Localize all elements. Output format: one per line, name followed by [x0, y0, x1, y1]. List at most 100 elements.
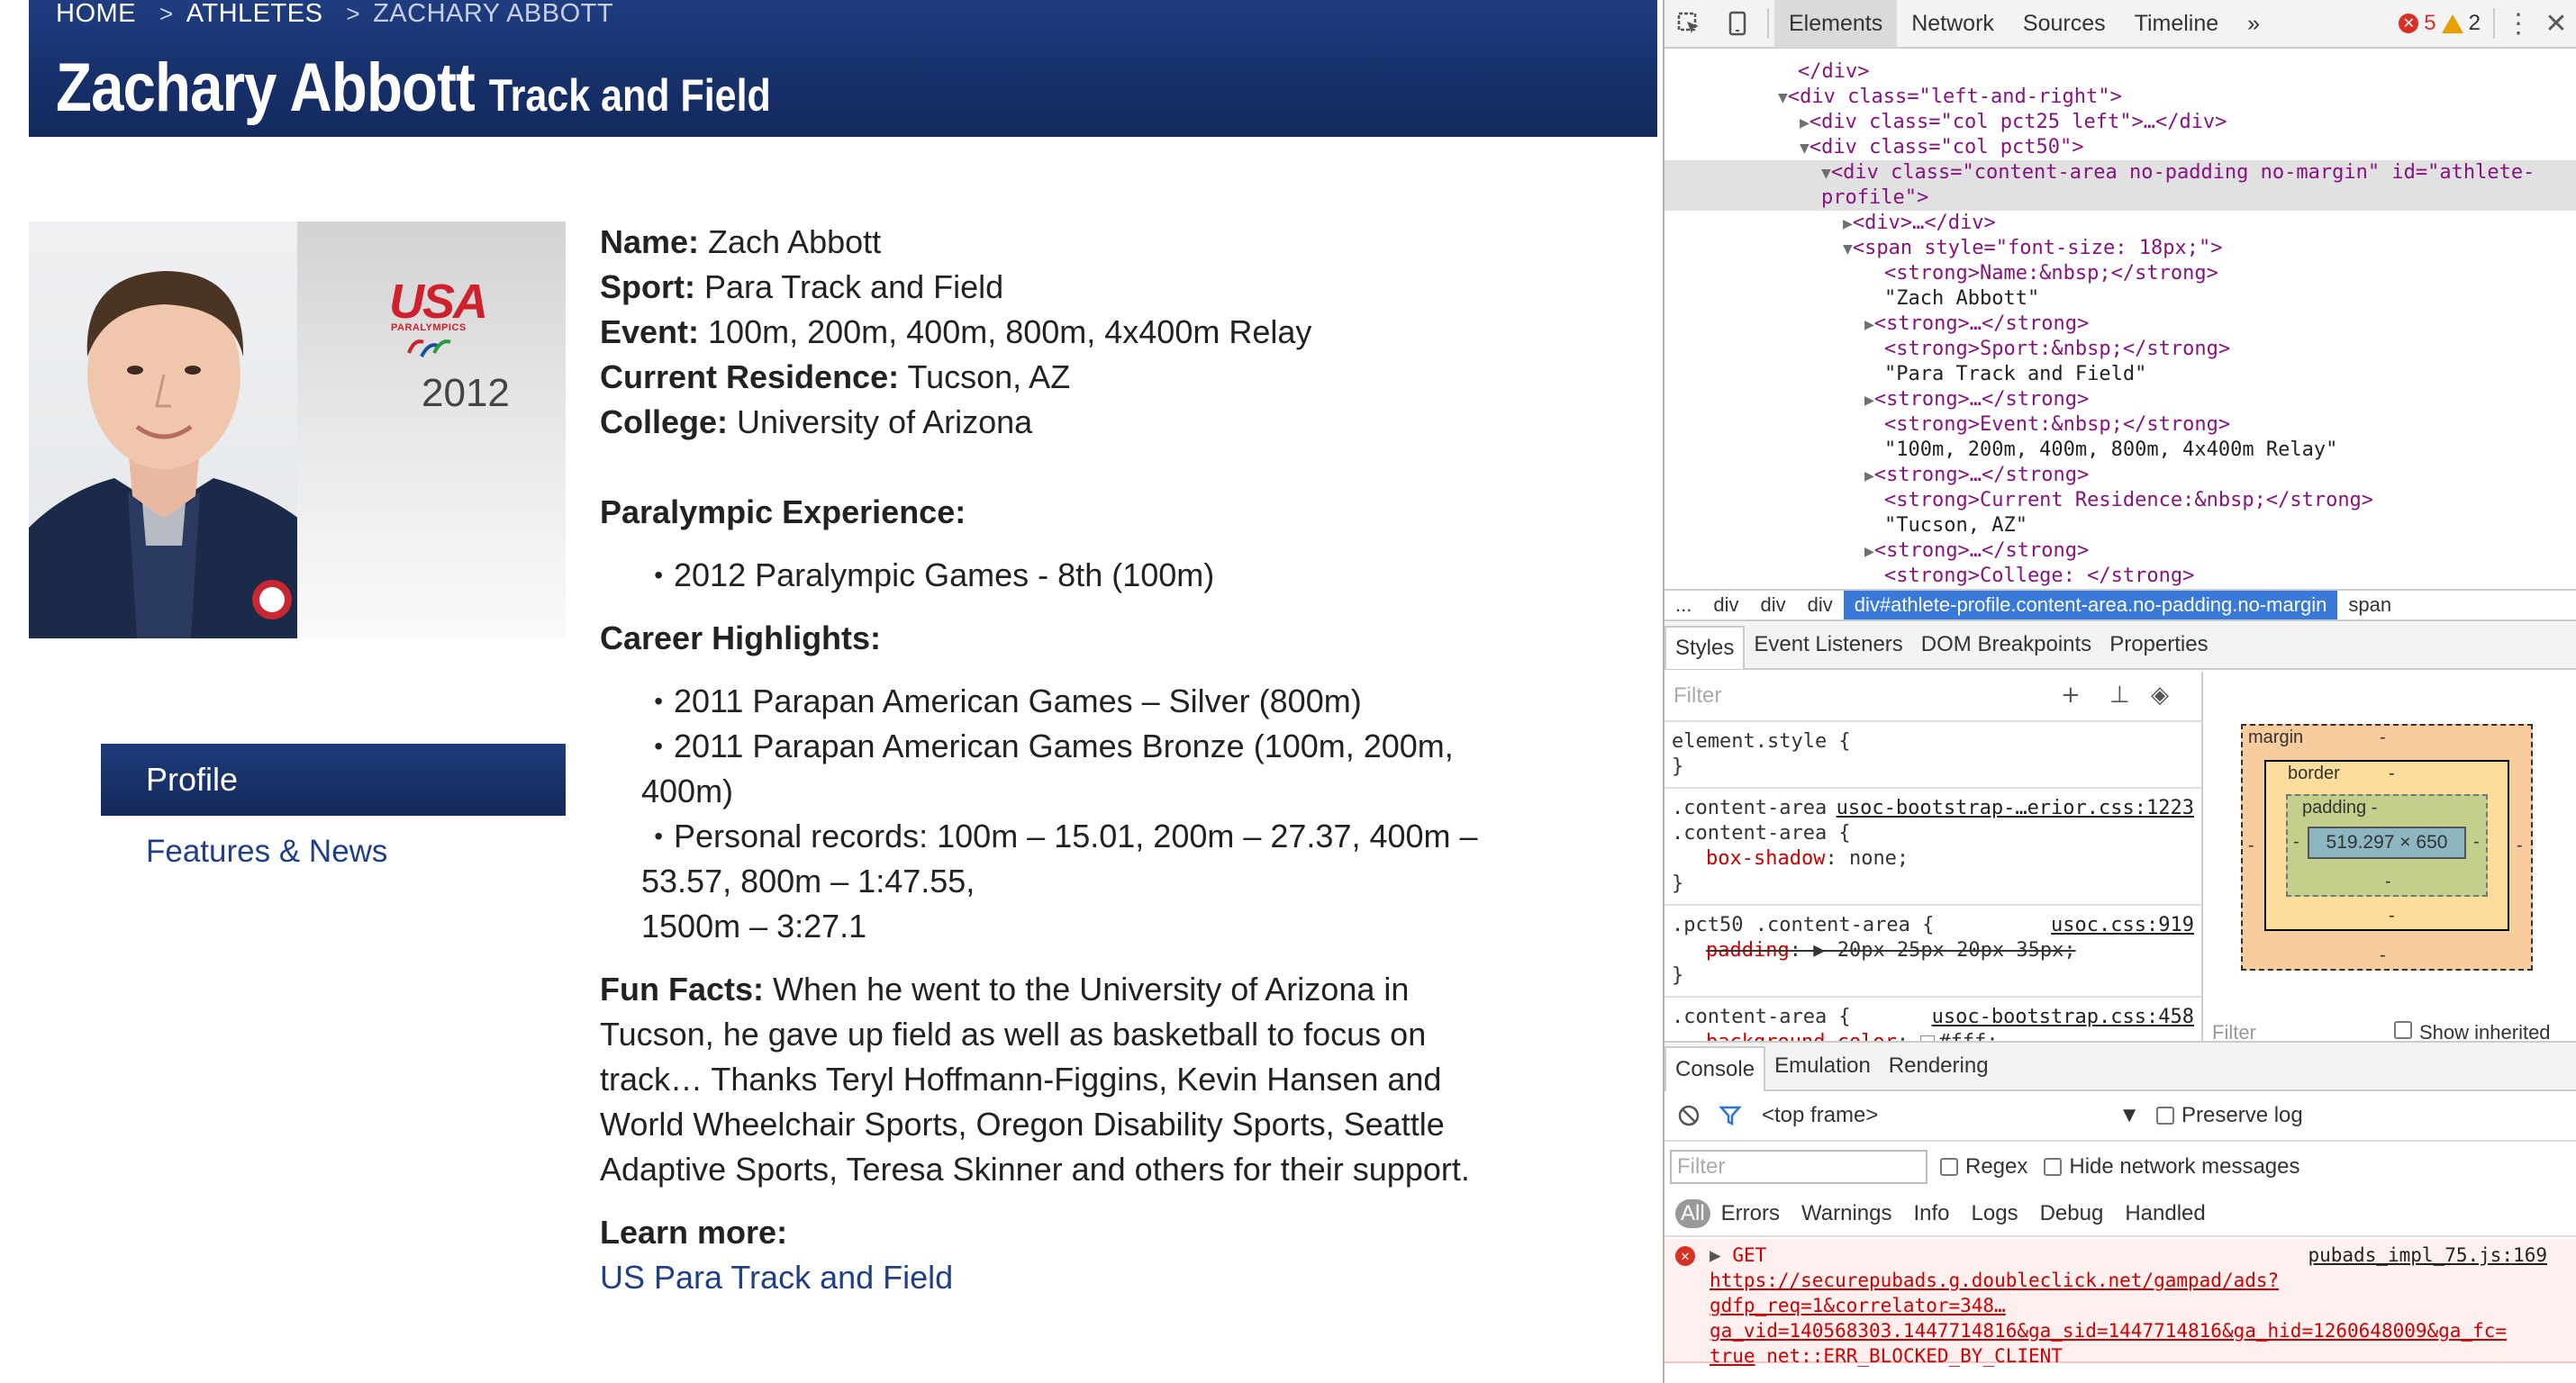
breadcrumb-home[interactable]: HOME [56, 0, 136, 29]
style-property[interactable]: background-color: #fff; [1672, 1030, 2194, 1041]
hide-network-checkbox[interactable]: Hide network messages [2044, 1154, 2300, 1180]
dom-node[interactable]: <strong>Sport:&nbsp;</strong> [1664, 337, 2576, 362]
filter-funnel-icon[interactable] [1719, 1104, 1742, 1127]
dom-node[interactable]: <strong>Event:&nbsp;</strong> [1664, 412, 2576, 438]
box-model-padding[interactable]: padding - - - - 519.297 × 650 [2286, 794, 2488, 897]
nav-item-profile[interactable]: Profile [101, 744, 566, 816]
dom-tree[interactable]: </div> ▼<div class="left-and-right"> ▶<d… [1664, 50, 2576, 589]
more-tabs-button[interactable]: » [2233, 0, 2274, 48]
dom-breadcrumb-selected[interactable]: div#athlete-profile.content-area.no-padd… [1843, 591, 2338, 619]
triangle-down-icon[interactable]: ▼ [1800, 139, 1810, 158]
tab-event-listeners[interactable]: Event Listeners [1745, 620, 1911, 669]
toggle-element-state-icon[interactable]: ◈ [2151, 682, 2169, 708]
tab-dom-breakpoints[interactable]: DOM Breakpoints [1912, 620, 2100, 669]
triangle-right-icon[interactable]: ▶ [1864, 466, 1874, 485]
level-warnings[interactable]: Warnings [1791, 1201, 1902, 1226]
request-url[interactable]: ga_vid=140568303.1447714816&ga_sid=14477… [1710, 1318, 2565, 1343]
dom-node[interactable]: ▶<strong>…</strong> [1664, 387, 2576, 412]
triangle-right-icon[interactable]: ▶ [1864, 542, 1874, 561]
dom-text-node[interactable]: "100m, 200m, 400m, 800m, 4x400m Relay" [1664, 438, 2576, 463]
show-inherited-checkbox[interactable]: Show inherited [2394, 1021, 2551, 1041]
dom-node[interactable]: ▼<span style="font-size: 18px;"> [1664, 236, 2576, 261]
triangle-right-icon[interactable]: ▶ [1864, 315, 1874, 334]
dom-node-selected[interactable]: ▼<div class="content-area no-padding no-… [1664, 160, 2576, 185]
triangle-down-icon[interactable]: ▼ [1821, 164, 1831, 183]
style-rule[interactable]: .content-area {usoc-bootstrap.css:458 ba… [1664, 998, 2201, 1041]
tab-emulation[interactable]: Emulation [1765, 1044, 1880, 1089]
rule-source-link[interactable]: usoc.css:919 [2051, 913, 2194, 938]
box-model-border[interactable]: border - - padding - - - - 519.297 × 650 [2264, 760, 2509, 931]
dom-node[interactable]: ▼<div class="left-and-right"> [1664, 85, 2576, 110]
clear-console-icon[interactable] [1677, 1104, 1701, 1127]
rule-source-link[interactable]: usoc-bootstrap.css:458 [1932, 1005, 2194, 1030]
level-debug[interactable]: Debug [2029, 1201, 2115, 1226]
triangle-down-icon[interactable]: ▼ [1778, 88, 1788, 107]
dom-text-node[interactable]: "Para Track and Field" [1664, 362, 2576, 387]
dom-node[interactable]: <strong>Name:&nbsp;</strong> [1664, 261, 2576, 286]
box-model-margin[interactable]: margin - - - - border - - padding - - - … [2241, 724, 2533, 971]
triangle-right-icon[interactable]: ▶ [1843, 214, 1853, 233]
request-url[interactable]: gdfp_req=1&correlator=348… [1710, 1293, 2565, 1318]
style-rule[interactable]: .pct50 .content-area {usoc.css:919 paddi… [1664, 906, 2201, 998]
dom-text-node[interactable]: "Zach Abbott" [1664, 286, 2576, 312]
tab-properties[interactable]: Properties [2100, 620, 2217, 669]
style-rule[interactable]: .content-area usoc-bootstrap-…erior.css:1… [1664, 789, 2201, 906]
style-property-overridden[interactable]: padding: ▶ 20px 25px 20px 35px; [1672, 938, 2194, 963]
box-model-content[interactable]: 519.297 × 650 [2308, 827, 2466, 859]
dom-breadcrumb-item[interactable]: span [2337, 591, 2402, 619]
dom-text-node[interactable]: "Tucson, AZ" [1664, 513, 2576, 538]
request-url[interactable]: true [1710, 1345, 1755, 1367]
dom-node[interactable]: ▶<strong>…</strong> [1664, 538, 2576, 564]
triangle-right-icon[interactable]: ▶ [1800, 113, 1810, 132]
close-icon[interactable]: ✕ [2536, 0, 2576, 48]
dom-breadcrumb-item[interactable]: div [1702, 591, 1749, 619]
tab-sources[interactable]: Sources [2009, 0, 2120, 48]
dom-breadcrumb-item[interactable]: div [1749, 591, 1796, 619]
level-logs[interactable]: Logs [1961, 1201, 2029, 1226]
level-errors[interactable]: Errors [1710, 1201, 1791, 1226]
inspect-element-icon[interactable] [1664, 0, 1713, 48]
regex-checkbox[interactable]: Regex [1940, 1154, 2027, 1180]
device-mode-icon[interactable] [1713, 0, 1762, 48]
error-warning-counter[interactable]: ✕ 5 2 [2399, 11, 2488, 36]
console-error-message[interactable]: ✕ ▶ GET https://securepubads.g.doublecli… [1664, 1239, 2576, 1367]
level-info[interactable]: Info [1903, 1201, 1961, 1226]
tab-timeline[interactable]: Timeline [2120, 0, 2234, 48]
styles-filter-input[interactable]: Filter + ⊥ ◈ [1664, 672, 2201, 722]
dom-node-selected-wrap[interactable]: profile"> [1664, 185, 2576, 211]
message-source-link[interactable]: pubads_impl_75.js:169 [2308, 1243, 2547, 1268]
tab-styles[interactable]: Styles [1664, 626, 1746, 669]
dom-node[interactable]: <strong>Current Residence:&nbsp;</strong… [1664, 488, 2576, 513]
level-handled[interactable]: Handled [2114, 1201, 2216, 1226]
dom-breadcrumb-item[interactable]: div [1797, 591, 1844, 619]
frame-select[interactable]: <top frame> ▼ [1762, 1103, 2140, 1128]
triangle-right-icon[interactable]: ▶ [1864, 391, 1874, 410]
preserve-log-checkbox[interactable]: Preserve log [2156, 1103, 2303, 1128]
new-style-rule-icon[interactable]: + [2061, 682, 2081, 708]
tab-elements[interactable]: Elements [1774, 0, 1898, 48]
dom-node[interactable]: ▶<div>…</div> [1664, 211, 2576, 236]
breadcrumb-athletes[interactable]: ATHLETES [186, 0, 323, 29]
style-rule-element[interactable]: element.style { } [1664, 722, 2201, 789]
nav-item-features-news[interactable]: Features & News [101, 816, 566, 888]
kebab-menu-icon[interactable]: ⋮ [2500, 0, 2536, 48]
tab-rendering[interactable]: Rendering [1880, 1044, 1998, 1089]
console-filter-input[interactable]: Filter [1670, 1150, 1927, 1184]
tab-console[interactable]: Console [1664, 1046, 1766, 1091]
triangle-right-icon[interactable]: ▶ [1710, 1244, 1721, 1266]
rule-source-link[interactable]: usoc-bootstrap-…erior.css:1223 [1837, 796, 2194, 821]
request-url[interactable]: https://securepubads.g.doubleclick.net/g… [1710, 1268, 2565, 1293]
dom-node[interactable]: </div> [1664, 59, 2576, 85]
tab-network[interactable]: Network [1897, 0, 2009, 48]
dom-node[interactable]: ▼<div class="col pct50"> [1664, 135, 2576, 160]
triangle-down-icon[interactable]: ▼ [1843, 240, 1853, 258]
dom-node[interactable]: <strong>College: </strong> [1664, 564, 2576, 589]
computed-filter-input[interactable]: Filter [2212, 1021, 2256, 1041]
level-all[interactable]: All [1675, 1199, 1710, 1228]
style-property[interactable]: box-shadow: none; [1672, 846, 2194, 872]
dom-node[interactable]: ▶<div class="col pct25 left">…</div> [1664, 110, 2576, 135]
dom-node[interactable]: ▶<strong>…</strong> [1664, 312, 2576, 337]
pin-icon[interactable]: ⊥ [2109, 682, 2130, 708]
learn-more-link[interactable]: US Para Track and Field [600, 1255, 1618, 1300]
dom-node[interactable]: ▶<strong>…</strong> [1664, 463, 2576, 488]
